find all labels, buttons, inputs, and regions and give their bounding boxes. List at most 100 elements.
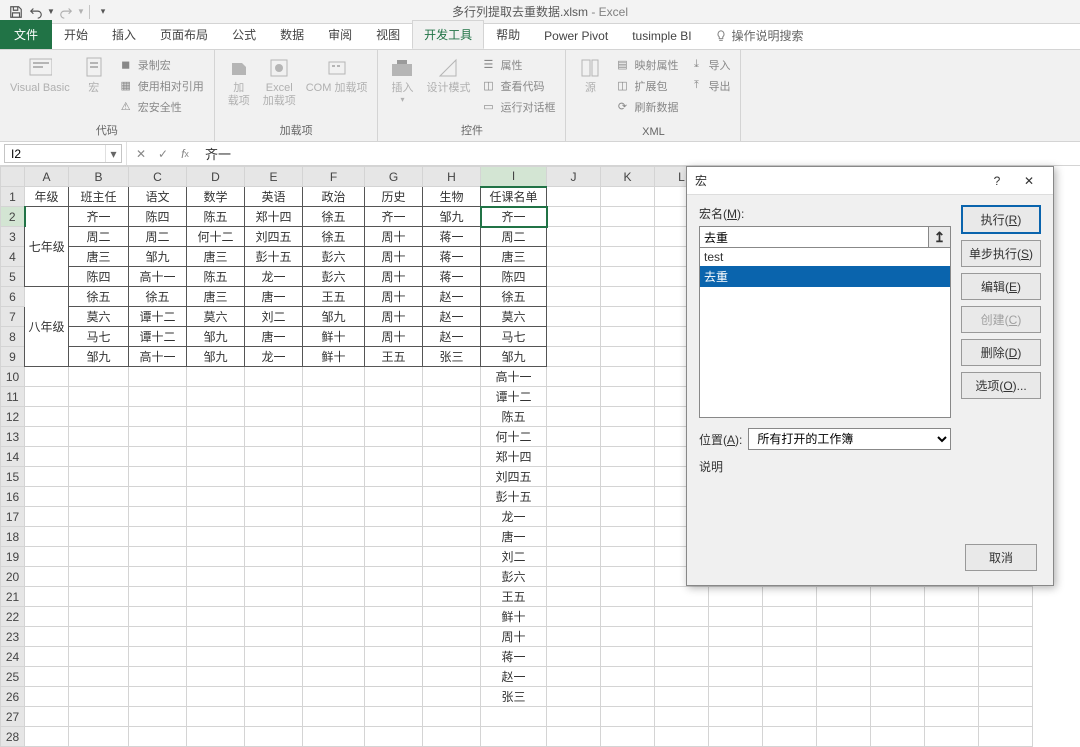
tab-formulas[interactable]: 公式 [220, 20, 268, 49]
tab-tusimple[interactable]: tusimple BI [620, 23, 703, 49]
cell[interactable] [655, 587, 709, 607]
cell[interactable] [245, 427, 303, 447]
cell[interactable]: 唐三 [187, 287, 245, 307]
cell[interactable] [187, 367, 245, 387]
cell[interactable] [69, 707, 129, 727]
cell[interactable]: 周十 [365, 267, 423, 287]
cell[interactable]: 数学 [187, 187, 245, 207]
addins-button[interactable]: 加 载项 [221, 52, 257, 120]
cell[interactable]: 王五 [303, 287, 365, 307]
cell[interactable] [423, 607, 481, 627]
row-header[interactable]: 10 [1, 367, 25, 387]
cell[interactable]: 唐一 [481, 527, 547, 547]
expansion-packs-button[interactable]: ◫扩展包 [610, 75, 682, 96]
cell[interactable] [69, 407, 129, 427]
cell[interactable]: 徐五 [481, 287, 547, 307]
cell[interactable] [303, 587, 365, 607]
cell[interactable] [25, 407, 69, 427]
cell[interactable]: 马七 [481, 327, 547, 347]
cell[interactable]: 何十二 [187, 227, 245, 247]
cell[interactable] [709, 687, 763, 707]
cell[interactable]: 周十 [365, 307, 423, 327]
cell[interactable] [187, 707, 245, 727]
cell[interactable] [69, 447, 129, 467]
cell[interactable] [69, 627, 129, 647]
column-header[interactable]: H [423, 167, 481, 187]
cell[interactable] [979, 607, 1033, 627]
cell[interactable] [601, 647, 655, 667]
cell[interactable]: 陈四 [129, 207, 187, 227]
cell[interactable] [303, 447, 365, 467]
macros-button[interactable]: 宏 [76, 52, 112, 120]
cell[interactable]: 莫六 [187, 307, 245, 327]
cell[interactable] [601, 247, 655, 267]
cell[interactable] [129, 467, 187, 487]
cell[interactable] [547, 327, 601, 347]
cell[interactable] [129, 387, 187, 407]
cell[interactable] [423, 707, 481, 727]
row-header[interactable]: 6 [1, 287, 25, 307]
cell[interactable] [925, 667, 979, 687]
cell[interactable] [601, 707, 655, 727]
cell[interactable] [655, 647, 709, 667]
tab-home[interactable]: 开始 [52, 20, 100, 49]
tab-view[interactable]: 视图 [364, 20, 412, 49]
cell[interactable]: 周二 [129, 227, 187, 247]
cell[interactable] [365, 567, 423, 587]
tab-developer[interactable]: 开发工具 [412, 20, 484, 49]
cell[interactable]: 赵一 [423, 287, 481, 307]
cell[interactable] [817, 727, 871, 747]
cell[interactable]: 邹九 [187, 327, 245, 347]
cell[interactable]: 八年级 [25, 287, 69, 367]
row-header[interactable]: 1 [1, 187, 25, 207]
cell[interactable] [25, 667, 69, 687]
cell[interactable]: 彭六 [303, 247, 365, 267]
cell[interactable] [547, 307, 601, 327]
cell[interactable] [365, 487, 423, 507]
options-button[interactable]: 选项(O)... [961, 372, 1041, 399]
row-header[interactable]: 25 [1, 667, 25, 687]
cell[interactable]: 郑十四 [245, 207, 303, 227]
row-header[interactable]: 21 [1, 587, 25, 607]
cell[interactable] [601, 487, 655, 507]
row-header[interactable]: 22 [1, 607, 25, 627]
cell[interactable] [709, 607, 763, 627]
cell[interactable] [25, 507, 69, 527]
cell[interactable]: 龙一 [245, 347, 303, 367]
cell[interactable] [817, 627, 871, 647]
view-code-button[interactable]: ◫查看代码 [476, 75, 559, 96]
cell[interactable] [245, 687, 303, 707]
column-header[interactable]: B [69, 167, 129, 187]
cell[interactable]: 彭六 [481, 567, 547, 587]
excel-addins-button[interactable]: Excel 加载项 [259, 52, 300, 120]
cell[interactable] [601, 547, 655, 567]
cell[interactable] [365, 507, 423, 527]
cell[interactable] [979, 587, 1033, 607]
cell[interactable] [547, 567, 601, 587]
cell[interactable] [245, 647, 303, 667]
cell[interactable] [601, 467, 655, 487]
cell[interactable] [423, 587, 481, 607]
cell[interactable]: 高十一 [129, 267, 187, 287]
tell-me-search[interactable]: 操作说明搜索 [704, 22, 814, 49]
cell[interactable] [303, 707, 365, 727]
row-header[interactable]: 18 [1, 527, 25, 547]
cell[interactable]: 莫六 [481, 307, 547, 327]
cell[interactable]: 徐五 [303, 207, 365, 227]
cell[interactable] [547, 447, 601, 467]
cell[interactable] [979, 627, 1033, 647]
cell[interactable] [187, 407, 245, 427]
cell[interactable] [303, 467, 365, 487]
cell[interactable] [547, 467, 601, 487]
cell[interactable] [925, 607, 979, 627]
cell[interactable] [601, 587, 655, 607]
cell[interactable]: 陈五 [481, 407, 547, 427]
cell[interactable] [423, 527, 481, 547]
cell[interactable] [979, 727, 1033, 747]
cell[interactable] [709, 667, 763, 687]
cell[interactable] [871, 587, 925, 607]
cell[interactable] [129, 647, 187, 667]
cell[interactable] [979, 687, 1033, 707]
cell[interactable]: 邹九 [303, 307, 365, 327]
run-dialog-button[interactable]: ▭运行对话框 [476, 96, 559, 117]
